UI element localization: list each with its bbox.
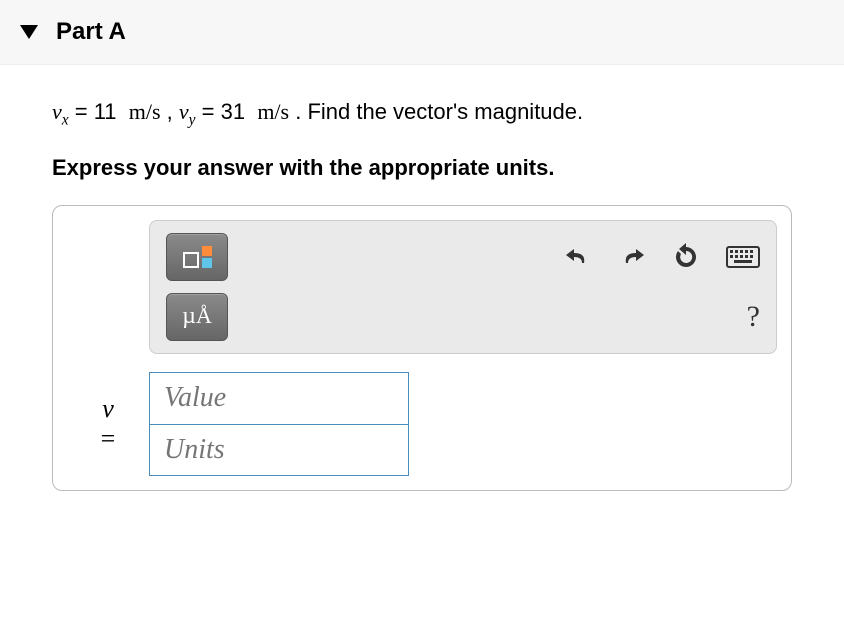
- answer-variable-label: v =: [67, 394, 149, 454]
- reset-button[interactable]: [672, 243, 700, 271]
- answer-input-area: v =: [67, 372, 777, 476]
- keyboard-button[interactable]: [726, 246, 760, 268]
- redo-icon: [618, 245, 646, 269]
- answer-container: µÅ ? v =: [52, 205, 792, 491]
- reset-icon: [672, 243, 700, 271]
- units-input[interactable]: [149, 424, 409, 476]
- mu-angstrom-icon: µÅ: [182, 303, 212, 330]
- value-input[interactable]: [149, 372, 409, 424]
- redo-button[interactable]: [618, 245, 646, 269]
- special-chars-button[interactable]: µÅ: [166, 293, 228, 341]
- undo-button[interactable]: [564, 245, 592, 269]
- equation-toolbar: µÅ ?: [149, 220, 777, 354]
- collapse-caret-icon: [20, 25, 38, 39]
- templates-icon: [183, 246, 212, 268]
- part-title: Part A: [56, 18, 126, 46]
- problem-statement: vx = 11 m/s , vy = 31 m/s . Find the vec…: [52, 97, 792, 131]
- undo-icon: [564, 245, 592, 269]
- templates-button[interactable]: [166, 233, 228, 281]
- content-area: vx = 11 m/s , vy = 31 m/s . Find the vec…: [0, 65, 844, 511]
- keyboard-icon: [726, 246, 760, 268]
- part-header[interactable]: Part A: [0, 0, 844, 65]
- help-button[interactable]: ?: [747, 300, 760, 334]
- instruction-text: Express your answer with the appropriate…: [52, 155, 792, 181]
